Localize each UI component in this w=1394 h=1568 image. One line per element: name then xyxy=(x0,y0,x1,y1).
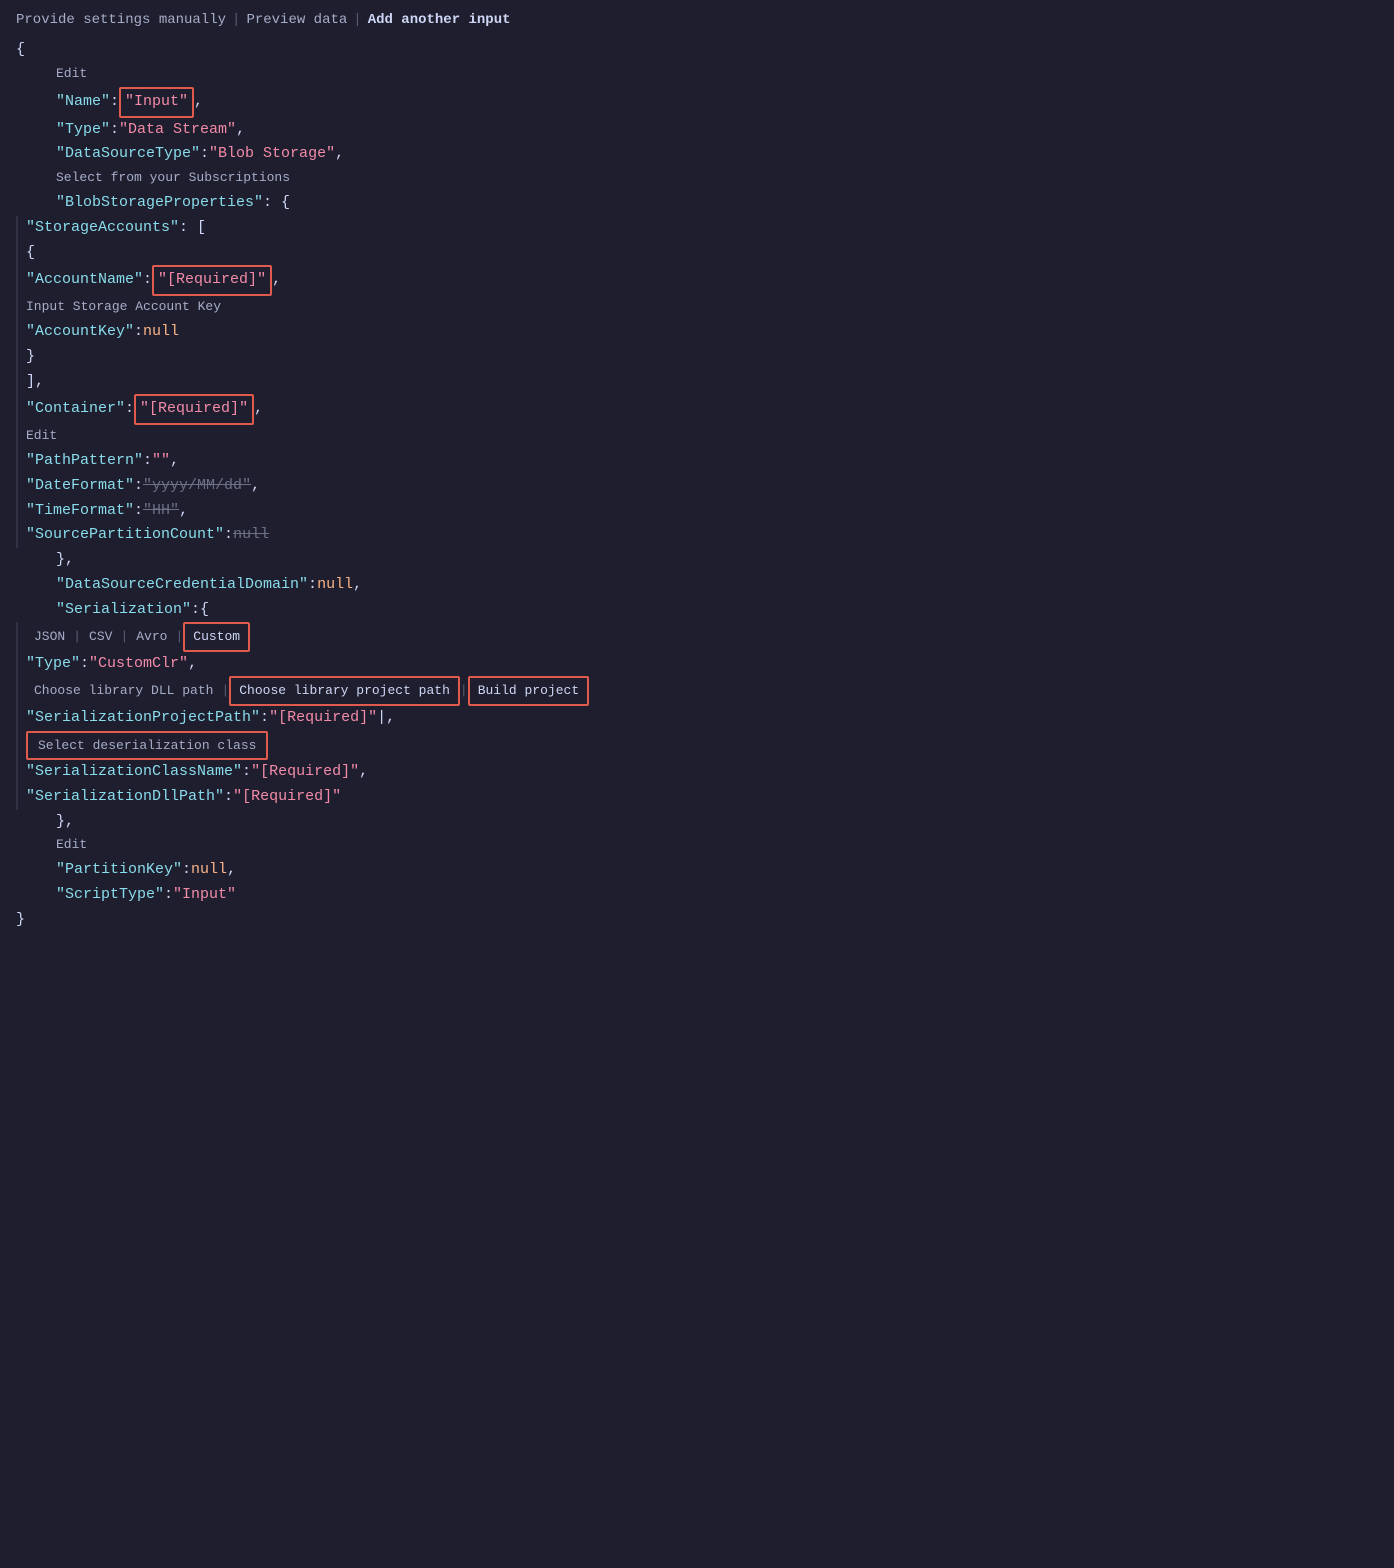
sep2: | xyxy=(353,12,361,28)
toolbar-json[interactable]: JSON xyxy=(26,624,73,649)
path-build-btn[interactable]: Build project xyxy=(468,676,589,705)
line-close-bracket: ], xyxy=(16,370,1378,395)
serialization-toolbar: JSON | CSV | Avro | Custom xyxy=(26,622,250,651)
toolbar-csv[interactable]: CSV xyxy=(81,624,120,649)
line-path-toolbar: Choose library DLL path | Choose library… xyxy=(16,676,1378,705)
line-close-main: } xyxy=(16,908,1378,933)
serialization-class-val: "[Required]" xyxy=(251,760,359,785)
name-val: "Input" xyxy=(125,93,188,110)
edit1-label[interactable]: Edit xyxy=(56,63,87,84)
datasource-val: "Blob Storage" xyxy=(209,142,335,167)
partition-key-key: "PartitionKey" xyxy=(56,858,182,883)
script-type-val: "Input" xyxy=(173,883,236,908)
line-path-pattern: "PathPattern" : "" , xyxy=(16,449,1378,474)
blobprops-key: "BlobStorageProperties" xyxy=(56,191,263,216)
add-input-link[interactable]: Add another input xyxy=(368,12,511,28)
select-subscriptions-label[interactable]: Select from your Subscriptions xyxy=(56,167,290,188)
serialization-dll-key: "SerializationDllPath" xyxy=(26,785,224,810)
name-key: "Name" xyxy=(56,90,110,115)
path-pattern-val: "" xyxy=(152,449,170,474)
storage-accounts-key: "StorageAccounts" xyxy=(26,216,179,241)
date-format-key: "DateFormat" xyxy=(26,474,134,499)
date-format-val: "yyyy/MM/dd" xyxy=(143,474,251,499)
account-key-val: null xyxy=(143,320,179,345)
time-format-val: "HH" xyxy=(143,499,179,524)
path-dll-btn[interactable]: Choose library DLL path xyxy=(26,678,221,703)
line-name: "Name" : "Input" , xyxy=(16,87,1378,118)
line-serialization-dll: "SerializationDllPath" : "[Required]" xyxy=(16,785,1378,810)
edit2-label[interactable]: Edit xyxy=(26,425,57,446)
serialization-project-val: "[Required]" xyxy=(269,706,386,731)
line-serialization-project: "SerializationProjectPath" : "[Required]… xyxy=(16,706,1378,731)
line-datasource: "DataSourceType" : "Blob Storage" , xyxy=(16,142,1378,167)
serialization-class-key: "SerializationClassName" xyxy=(26,760,242,785)
line-credential: "DataSourceCredentialDomain" : null , xyxy=(16,573,1378,598)
datasource-key: "DataSourceType" xyxy=(56,142,200,167)
line-blobprops: "BlobStorageProperties" : { xyxy=(16,191,1378,216)
line-serialization-toolbar: JSON | CSV | Avro | Custom xyxy=(16,622,1378,651)
partition-key-val: null xyxy=(191,858,227,883)
credential-val: null xyxy=(317,573,353,598)
line-edit1: Edit xyxy=(16,63,1378,87)
path-project-btn[interactable]: Choose library project path xyxy=(229,676,460,705)
path-pattern-key: "PathPattern" xyxy=(26,449,143,474)
top-bar: Provide settings manually | Preview data… xyxy=(16,12,1378,28)
line-date-format: "DateFormat" : "yyyy/MM/dd" , xyxy=(16,474,1378,499)
script-type-key: "ScriptType" xyxy=(56,883,164,908)
line-type: "Type" : "Data Stream" , xyxy=(16,118,1378,143)
container-val: "[Required]" xyxy=(140,400,248,417)
account-name-val: "[Required]" xyxy=(158,271,266,288)
line-account-name: "AccountName" : "[Required]" , xyxy=(16,265,1378,296)
source-partition-key: "SourcePartitionCount" xyxy=(26,523,224,548)
container-key: "Container" xyxy=(26,397,125,422)
line-partition-key: "PartitionKey" : null , xyxy=(16,858,1378,883)
time-format-key: "TimeFormat" xyxy=(26,499,134,524)
line-serialization: "Serialization" : { xyxy=(16,598,1378,623)
type-val: "Data Stream" xyxy=(119,118,236,143)
account-name-val-box[interactable]: "[Required]" xyxy=(152,265,272,296)
edit3-label[interactable]: Edit xyxy=(56,834,87,855)
serialization-project-key: "SerializationProjectPath" xyxy=(26,706,260,731)
line-script-type: "ScriptType" : "Input" xyxy=(16,883,1378,908)
type2-key: "Type" xyxy=(26,652,80,677)
line-container: "Container" : "[Required]" , xyxy=(16,394,1378,425)
line-inner-close: } xyxy=(16,345,1378,370)
storage-key-label[interactable]: Input Storage Account Key xyxy=(26,296,221,317)
line-select-deser: Select deserialization class xyxy=(16,731,1378,760)
code-editor: { Edit "Name" : "Input" , "Type" : "Data… xyxy=(16,38,1378,933)
type2-val: "CustomClr" xyxy=(89,652,188,677)
path-toolbar: Choose library DLL path | Choose library… xyxy=(26,676,589,705)
line-storage-key-label: Input Storage Account Key xyxy=(16,296,1378,320)
type-key: "Type" xyxy=(56,118,110,143)
line-close-serialization: }, xyxy=(16,810,1378,835)
toolbar-custom[interactable]: Custom xyxy=(183,622,250,651)
account-name-key: "AccountName" xyxy=(26,268,143,293)
sep1: | xyxy=(232,12,240,28)
source-partition-val: null xyxy=(233,523,269,548)
line-storage-accounts: "StorageAccounts" : [ xyxy=(16,216,1378,241)
line-source-partition: "SourcePartitionCount" : null xyxy=(16,523,1378,548)
preview-data-link[interactable]: Preview data xyxy=(246,12,347,28)
main-open-brace: { xyxy=(16,38,25,63)
line-time-format: "TimeFormat" : "HH" , xyxy=(16,499,1378,524)
select-deser-btn[interactable]: Select deserialization class xyxy=(26,731,268,760)
line-serialization-class: "SerializationClassName" : "[Required]" … xyxy=(16,760,1378,785)
account-key-key: "AccountKey" xyxy=(26,320,134,345)
serialization-key: "Serialization" xyxy=(56,598,191,623)
line-type2: "Type" : "CustomClr" , xyxy=(16,652,1378,677)
line-inner-open: { xyxy=(16,241,1378,266)
container-val-box[interactable]: "[Required]" xyxy=(134,394,254,425)
credential-key: "DataSourceCredentialDomain" xyxy=(56,573,308,598)
line-edit3: Edit xyxy=(16,834,1378,858)
line-open-brace: { xyxy=(16,38,1378,63)
toolbar-avro[interactable]: Avro xyxy=(128,624,175,649)
line-select-subscriptions: Select from your Subscriptions xyxy=(16,167,1378,191)
main-close-brace: } xyxy=(16,908,25,933)
name-val-box[interactable]: "Input" xyxy=(119,87,194,118)
line-account-key: "AccountKey" : null xyxy=(16,320,1378,345)
provide-settings-link[interactable]: Provide settings manually xyxy=(16,12,226,28)
line-close-blobprops: }, xyxy=(16,548,1378,573)
serialization-dll-val: "[Required]" xyxy=(233,785,341,810)
line-edit2: Edit xyxy=(16,425,1378,449)
